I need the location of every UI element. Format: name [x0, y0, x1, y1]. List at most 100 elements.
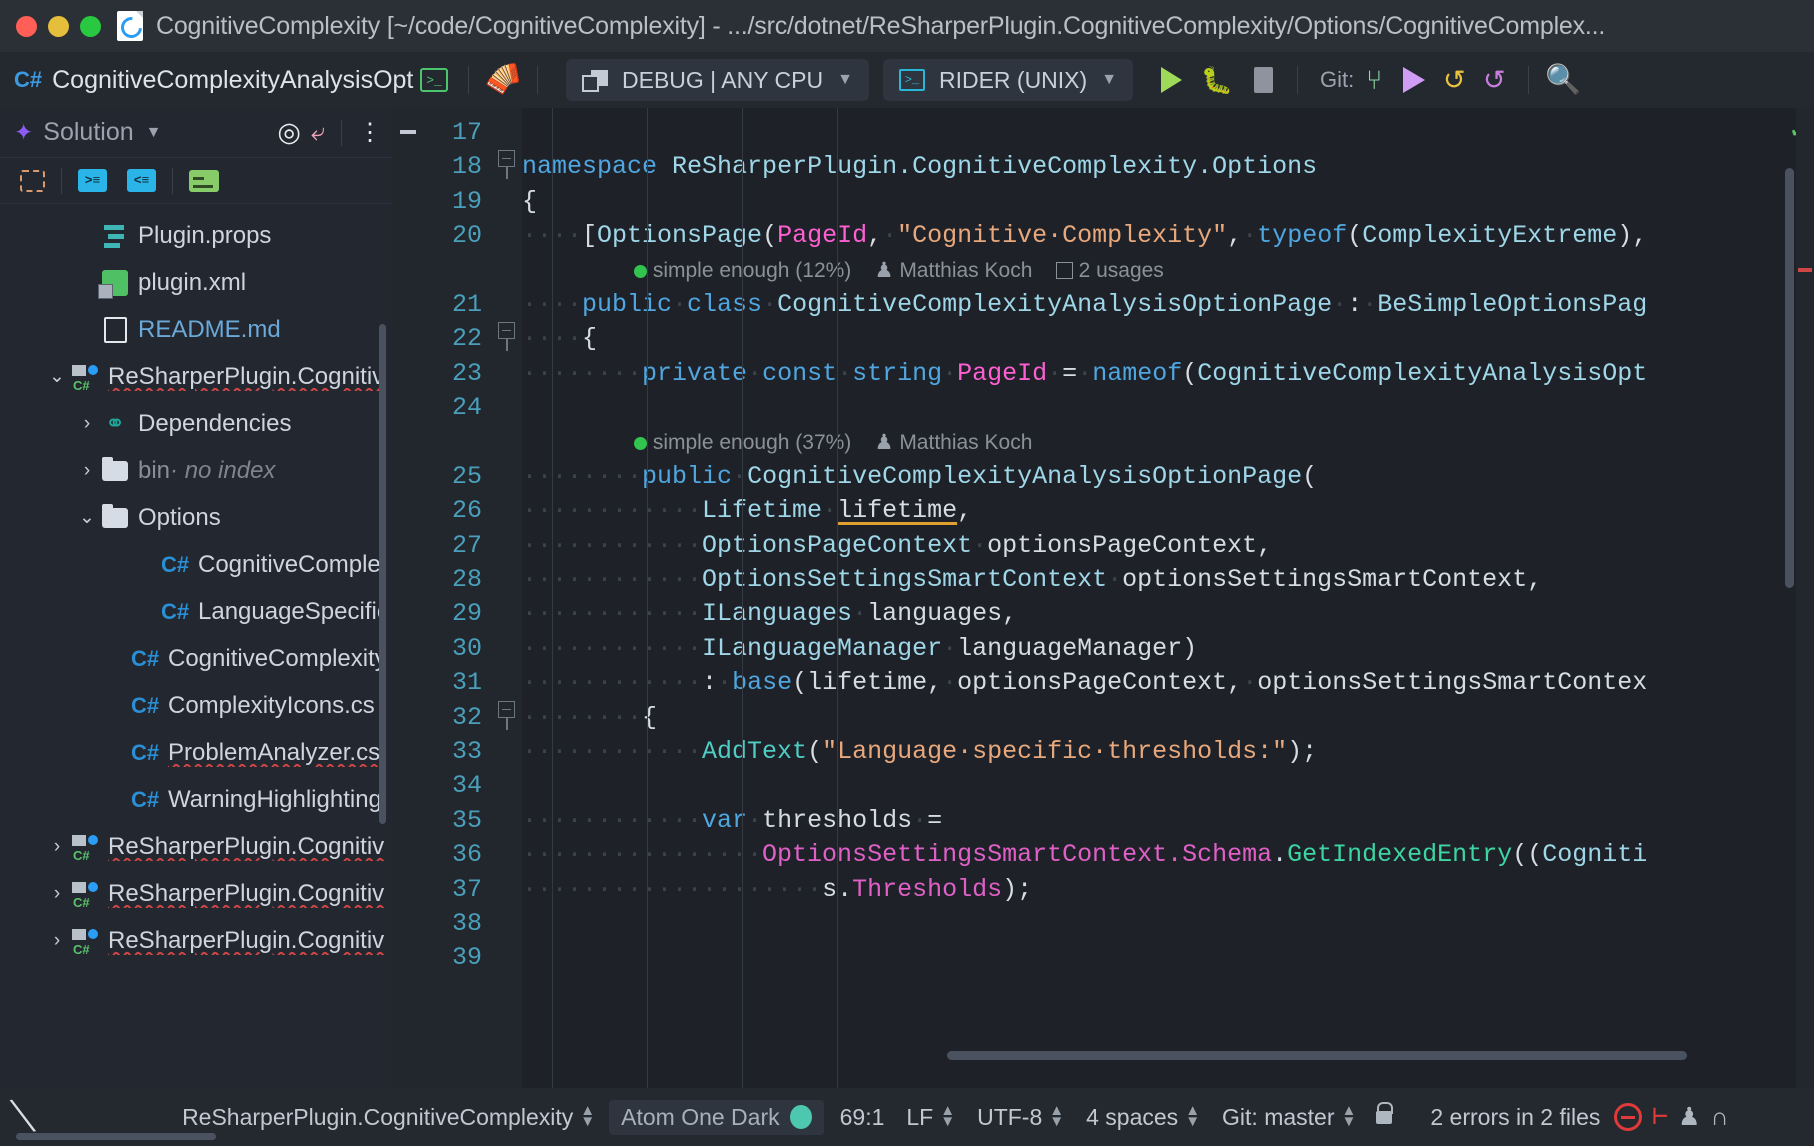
solution-tree[interactable]: ›Plugin.props›plugin.xml›README.md⌄ReSha… — [0, 204, 392, 1088]
tree-item[interactable]: › ⚭ Dependencies — [0, 400, 392, 447]
sidebar-horizontal-scrollbar[interactable] — [16, 1133, 216, 1140]
caret-position[interactable]: 69:1 — [840, 1104, 885, 1131]
error-stripe[interactable] — [1796, 108, 1814, 1088]
stop-button[interactable] — [1243, 60, 1283, 100]
indent-setting[interactable]: 4 spaces ▲ ▼ — [1086, 1103, 1200, 1131]
run-configuration-selector[interactable]: >_ RIDER (UNIX) ▼ — [882, 59, 1134, 101]
chevron-right-icon[interactable]: › — [74, 413, 100, 435]
tree-item[interactable]: ›C#WarningHighlighting.c — [0, 776, 392, 823]
current-file-indicator[interactable]: C# CognitiveComplexityAnalysisOptionP — [14, 66, 414, 95]
locate-file-icon[interactable]: ◎ — [277, 119, 301, 146]
options-menu-icon[interactable]: ⋮ — [358, 120, 382, 145]
code-line[interactable] — [522, 941, 1814, 975]
code-line[interactable] — [522, 391, 1814, 425]
hide-notifications-icon[interactable]: ╲ — [11, 1099, 35, 1135]
code-line[interactable] — [522, 116, 1814, 150]
code-line[interactable]: ············ILanguages·languages, — [522, 597, 1814, 631]
tree-item[interactable]: ⌄ Options — [0, 494, 392, 541]
fold-marker[interactable] — [498, 322, 515, 339]
git-update-button[interactable]: ↺ — [1434, 60, 1474, 100]
settings-file-icon[interactable] — [189, 169, 219, 192]
expand-icon[interactable]: >≡ — [78, 169, 107, 192]
code-line[interactable]: ············ILanguageManager·languageMan… — [522, 632, 1814, 666]
collapse-icon[interactable]: <≡ — [127, 169, 156, 192]
tree-item[interactable]: ›Plugin.props — [0, 212, 392, 259]
minimize-window-button[interactable] — [48, 15, 69, 37]
codelens-usages[interactable]: 2 usages — [1079, 259, 1164, 282]
code-line[interactable]: ············:·base(lifetime,·optionsPage… — [522, 666, 1814, 700]
codelens-complexity[interactable]: simple enough (12%) — [653, 259, 851, 282]
terminal-button[interactable]: >_ — [414, 60, 454, 100]
code-line[interactable]: { — [522, 185, 1814, 219]
error-circle-icon[interactable] — [1614, 1103, 1643, 1131]
build-configuration-selector[interactable]: DEBUG | ANY CPU ▼ — [566, 59, 869, 101]
code-line[interactable] — [522, 907, 1814, 941]
tree-item[interactable]: › ReSharperPlugin.Cognitiv — [0, 870, 392, 917]
search-everywhere-button[interactable]: 🔍 — [1543, 60, 1583, 100]
chevron-right-icon[interactable]: › — [74, 460, 100, 482]
error-stripe-mark[interactable] — [1798, 268, 1812, 272]
code-content[interactable]: namespace ReSharperPlugin.CognitiveCompl… — [522, 108, 1814, 1088]
build-button[interactable]: 🪗 — [481, 59, 524, 100]
tree-item[interactable]: › ReSharperPlugin.Cognitiv — [0, 917, 392, 964]
code-line[interactable]: ············OptionsSettingsSmartContext·… — [522, 563, 1814, 597]
chevron-down-icon[interactable]: ⌄ — [44, 365, 70, 388]
tree-item[interactable]: ›C#CognitiveComplexityAr — [0, 635, 392, 682]
code-line[interactable]: ············var·thresholds·= — [522, 804, 1814, 838]
codelens-author[interactable]: Matthias Koch — [899, 259, 1032, 282]
code-line[interactable]: ············AddText("Language·specific·t… — [522, 735, 1814, 769]
fold-indicator[interactable] — [400, 130, 416, 134]
codelens-complexity[interactable]: simple enough (37%) — [653, 431, 851, 454]
code-folding-bar[interactable] — [492, 108, 522, 1088]
theme-indicator[interactable]: Atom One Dark — [609, 1099, 824, 1135]
error-count[interactable]: 2 errors in 2 files — [1430, 1104, 1600, 1131]
git-branch-status[interactable]: Git: master ▲ ▼ — [1222, 1103, 1356, 1131]
code-line[interactable]: ········public·CognitiveComplexityAnalys… — [522, 460, 1814, 494]
code-line[interactable]: ····[OptionsPage(PageId,·"Cognitive·Comp… — [522, 219, 1814, 253]
tree-item[interactable]: › bin · no index — [0, 447, 392, 494]
editor-vertical-scrollbar[interactable] — [1785, 168, 1794, 588]
chevron-down-icon[interactable]: ⌄ — [74, 506, 100, 529]
code-line[interactable]: namespace ReSharperPlugin.CognitiveCompl… — [522, 150, 1814, 184]
sidebar-vertical-scrollbar[interactable] — [379, 324, 386, 824]
code-line[interactable]: ····public·class·CognitiveComplexityAnal… — [522, 288, 1814, 322]
chevron-right-icon[interactable]: › — [44, 883, 70, 905]
status-scope[interactable]: ReSharperPlugin.CognitiveComplexity ▲ ▼ — [182, 1103, 595, 1131]
run-button[interactable] — [1151, 60, 1191, 100]
tree-item[interactable]: ⌄ ReSharperPlugin.Cognitiv — [0, 353, 392, 400]
code-line[interactable]: ········private·const·string·PageId·=·na… — [522, 357, 1814, 391]
fold-marker[interactable] — [498, 150, 515, 167]
code-line[interactable]: ················OptionsSettingsSmartCont… — [522, 838, 1814, 872]
plugin-indicator-icon[interactable]: ⊢ — [1652, 1104, 1668, 1130]
code-line[interactable]: ············Lifetime·lifetime, — [522, 494, 1814, 528]
chevron-down-icon[interactable]: ▼ — [146, 124, 162, 142]
person-icon[interactable]: ♟ — [1678, 1104, 1700, 1130]
select-opened-file-icon[interactable] — [20, 169, 45, 192]
line-separator[interactable]: LF ▲ ▼ — [906, 1103, 955, 1131]
tree-item[interactable]: ›plugin.xml — [0, 259, 392, 306]
code-line[interactable]: ····{ — [522, 322, 1814, 356]
codelens-row[interactable]: simple enough (12%) ♟ Matthias Koch 2 us… — [522, 254, 1814, 288]
encoding[interactable]: UTF-8 ▲ ▼ — [977, 1103, 1064, 1131]
chevron-right-icon[interactable]: › — [44, 930, 70, 952]
code-line[interactable] — [522, 769, 1814, 803]
tree-item[interactable]: › ReSharperPlugin.Cognitiv — [0, 823, 392, 870]
git-rollback-button[interactable]: ↺ — [1474, 60, 1514, 100]
tree-item[interactable]: ›README.md — [0, 306, 392, 353]
code-line[interactable]: ····················s.Thresholds); — [522, 873, 1814, 907]
tree-item[interactable]: ›C#LanguageSpecificCo — [0, 588, 392, 635]
maximize-window-button[interactable] — [80, 15, 101, 37]
codelens-row[interactable]: simple enough (37%) ♟ Matthias Koch — [522, 426, 1814, 460]
chevron-right-icon[interactable]: › — [44, 836, 70, 858]
close-window-button[interactable] — [16, 15, 37, 37]
collapse-all-icon[interactable]: ⤶ — [311, 120, 325, 145]
debug-button[interactable]: 🐛 — [1197, 60, 1237, 100]
git-branch-button[interactable]: ⑂ — [1354, 60, 1394, 100]
editor-horizontal-scrollbar[interactable] — [947, 1051, 1687, 1060]
fold-marker[interactable] — [498, 701, 515, 718]
tree-item[interactable]: ›C#ProblemAnalyzer.cs — [0, 729, 392, 776]
codelens-author[interactable]: Matthias Koch — [899, 431, 1032, 454]
memory-indicator-icon[interactable]: ∩ — [1710, 1104, 1728, 1130]
tree-item[interactable]: ›C#ComplexityIcons.cs — [0, 682, 392, 729]
git-push-button[interactable] — [1394, 60, 1434, 100]
